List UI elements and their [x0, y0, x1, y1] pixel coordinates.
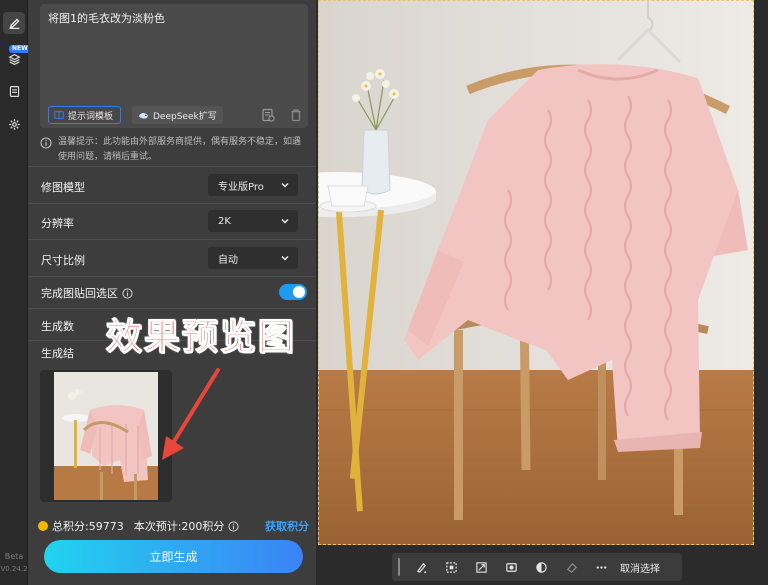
toggle-knob: [293, 286, 305, 298]
model-value: 专业版Pro: [218, 181, 264, 193]
resolution-value: 2K: [218, 215, 231, 227]
chevron-down-icon: [281, 255, 289, 261]
contrast-icon[interactable]: [526, 553, 556, 581]
prompt-input[interactable]: 将图1的毛衣改为淡粉色 提示词模板 DeepSeek扩写: [40, 4, 308, 128]
result-thumbnail[interactable]: [40, 370, 172, 502]
book-icon: [54, 111, 64, 119]
deepseek-whale-icon: [138, 112, 148, 119]
deepseek-expand-button[interactable]: DeepSeek扩写: [132, 106, 223, 124]
divider: [28, 166, 316, 167]
prompt-template-button[interactable]: 提示词模板: [48, 106, 122, 124]
select-rect-icon[interactable]: [436, 553, 466, 581]
paste-back-label: 完成图贴回选区: [41, 287, 118, 300]
prompt-text[interactable]: 将图1的毛衣改为淡粉色: [48, 10, 165, 26]
eraser-icon[interactable]: [556, 553, 586, 581]
count-label: 生成数: [41, 320, 74, 333]
chevron-down-icon: [281, 182, 289, 188]
canvas-image[interactable]: [318, 0, 754, 545]
canvas-toolbar: 取消选择: [392, 553, 682, 581]
divider: [28, 239, 316, 240]
ratio-label: 尺寸比例: [41, 254, 85, 267]
expand-icon[interactable]: [466, 553, 496, 581]
info-icon: [40, 137, 52, 149]
info-icon[interactable]: [228, 520, 239, 532]
total-points: 总积分:59773: [52, 520, 124, 533]
divider: [28, 203, 316, 204]
info-icon[interactable]: [122, 287, 133, 299]
annotation-arrow: [162, 368, 220, 460]
brush-icon[interactable]: [406, 553, 436, 581]
result-label: 生成结: [41, 347, 74, 360]
settings-panel: 将图1的毛衣改为淡粉色 提示词模板 DeepSeek扩写 温馨提示：此功能由外部…: [28, 0, 316, 585]
thumbnail-image: [54, 372, 158, 500]
left-rail: NEW Beta V0.24.2: [0, 0, 31, 585]
prompt-template-label: 提示词模板: [68, 111, 114, 122]
version-beta: Beta: [4, 552, 24, 561]
get-points-link[interactable]: 获取积分: [265, 518, 309, 534]
paste-back-toggle[interactable]: [279, 284, 307, 300]
points-summary: 总积分:59773 本次预计:200积分: [38, 518, 239, 534]
pen-icon[interactable]: [3, 12, 25, 34]
canvas-area[interactable]: [316, 0, 768, 545]
gear-icon[interactable]: [3, 113, 25, 135]
coin-icon: [38, 521, 48, 531]
chevron-down-icon: [281, 218, 289, 224]
service-tip: 温馨提示：此功能由外部服务商提供，偶有服务不稳定，如遇使用问题，请稍后重试。: [40, 135, 308, 165]
divider: [28, 276, 316, 277]
bottom-bar: 取消选择: [316, 545, 768, 585]
paste-back-row: 完成图贴回选区: [41, 285, 133, 301]
version-number: V0.24.2: [0, 565, 28, 573]
preview-caption: 效果预览图: [105, 317, 297, 359]
model-select[interactable]: 专业版Pro: [208, 174, 298, 196]
ratio-value: 自动: [218, 254, 238, 266]
cancel-selection-button[interactable]: 取消选择: [620, 560, 660, 575]
document-icon[interactable]: [3, 80, 25, 102]
generate-button[interactable]: 立即生成: [44, 540, 303, 573]
trash-icon[interactable]: [289, 108, 303, 122]
mask-icon[interactable]: [496, 553, 526, 581]
estimate-points: 本次预计:200积分: [133, 520, 225, 533]
more-icon[interactable]: [586, 553, 616, 581]
service-tip-text: 温馨提示：此功能由外部服务商提供，偶有服务不稳定，如遇使用问题，请稍后重试。: [58, 137, 302, 162]
model-label: 修图模型: [41, 181, 85, 194]
toolbar-grip: [398, 558, 400, 576]
resolution-label: 分辨率: [41, 217, 74, 230]
history-icon[interactable]: [261, 108, 275, 122]
deepseek-expand-label: DeepSeek扩写: [153, 111, 217, 122]
ratio-select[interactable]: 自动: [208, 247, 298, 269]
resolution-select[interactable]: 2K: [208, 210, 298, 232]
